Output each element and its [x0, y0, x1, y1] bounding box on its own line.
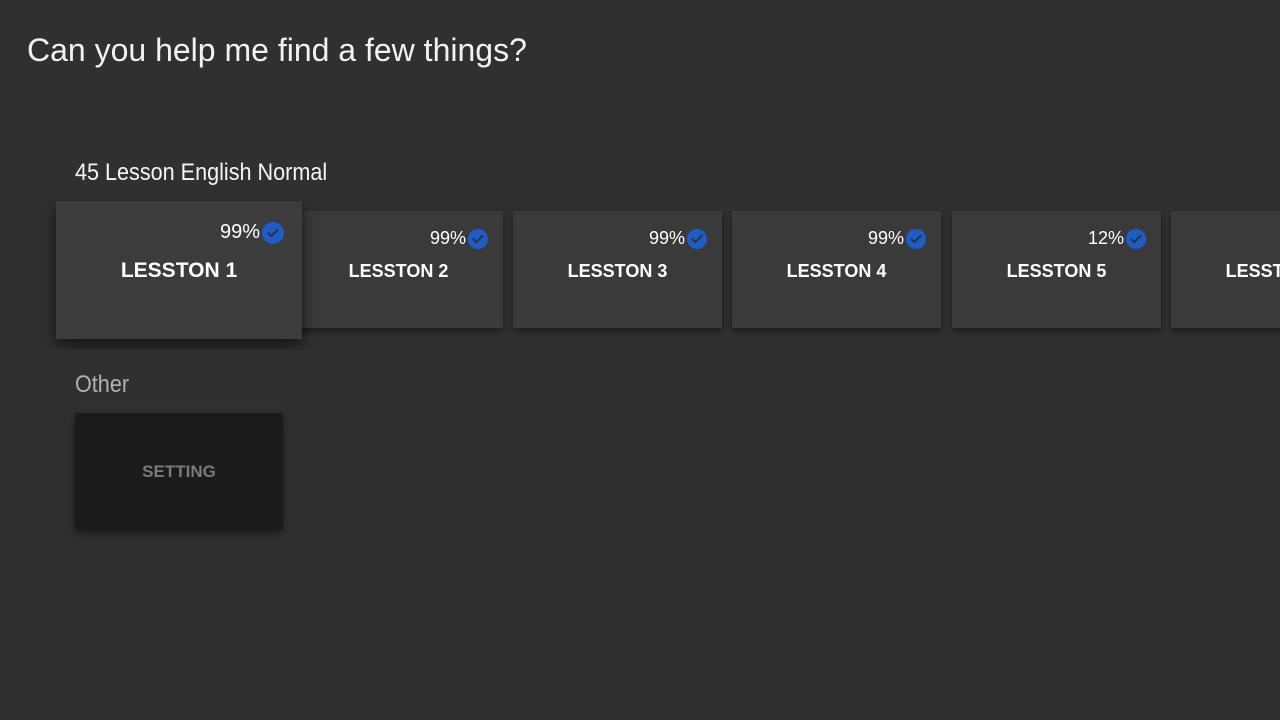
progress-percent: 99%	[219, 221, 260, 243]
lesson-card-5[interactable]: 12% LESSTON 5	[952, 211, 1161, 328]
lesson-card-2[interactable]: 99% LESSTON 2	[294, 211, 503, 328]
check-circle-icon	[468, 228, 488, 249]
lesson-label: LESSTON 2	[348, 261, 449, 281]
lesson-label: LESSTON 3	[567, 261, 668, 281]
lesson-card-4[interactable]: 99% LESSTON 4	[732, 211, 941, 328]
lesson-label: LESSTON 1	[120, 259, 238, 282]
lesson-card-1[interactable]: 99% LESSTON 1	[56, 201, 302, 339]
lesson-label: LESSTON 5	[1006, 261, 1107, 281]
check-circle-icon	[262, 221, 284, 244]
page-title: Can you help me find a few things?	[27, 32, 527, 68]
setting-label: SETTING	[142, 462, 216, 481]
check-circle-icon	[1126, 228, 1146, 249]
lesson-progress: 99%	[220, 221, 284, 244]
lesson-progress: 99%	[649, 228, 707, 249]
lesson-progress: 99%	[868, 228, 926, 249]
lesson-progress: 99%	[430, 228, 488, 249]
progress-percent: 99%	[648, 228, 685, 248]
row-title-other: Other	[75, 371, 130, 398]
row-title-lessons: 45 Lesson English Normal	[75, 159, 328, 186]
lesson-row: 99% LESSTON 1 99% LESSTON 2 99% LESSTON …	[0, 200, 1280, 350]
check-circle-icon	[906, 228, 926, 249]
lesson-progress: 12%	[1088, 228, 1146, 249]
lesson-label: LESSTON 4	[786, 261, 887, 281]
lesson-label: LESSTON 6	[1225, 261, 1280, 281]
progress-percent: 99%	[429, 228, 466, 248]
lesson-card-3[interactable]: 99% LESSTON 3	[513, 211, 722, 328]
progress-percent: 12%	[1087, 228, 1124, 248]
progress-percent: 99%	[867, 228, 904, 248]
lesson-card-6[interactable]: LESSTON 6	[1171, 211, 1280, 328]
setting-card[interactable]: SETTING	[75, 413, 283, 529]
check-circle-icon	[687, 228, 707, 249]
